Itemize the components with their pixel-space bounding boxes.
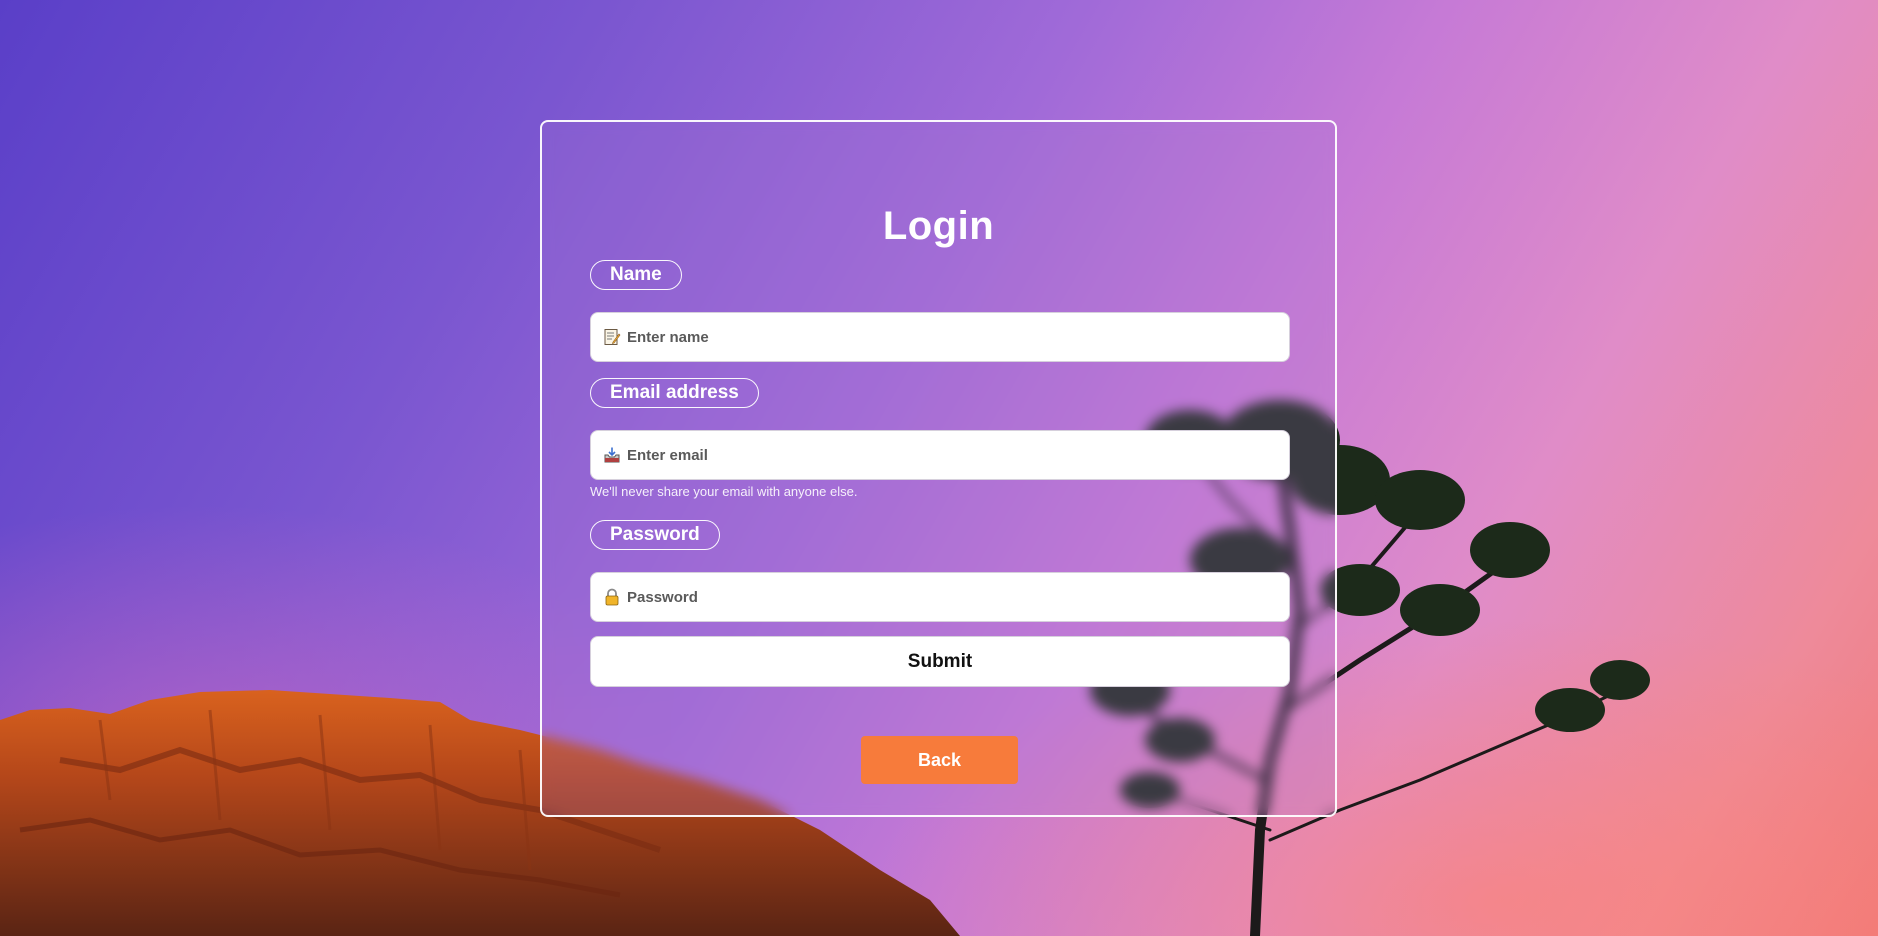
lock-icon (605, 588, 619, 606)
email-label: Email address (590, 378, 759, 408)
submit-button[interactable]: Submit (590, 636, 1290, 687)
email-helper-text: We'll never share your email with anyone… (590, 484, 858, 499)
password-label: Password (590, 520, 720, 550)
password-input[interactable] (627, 588, 1267, 606)
email-field[interactable] (590, 430, 1290, 480)
name-field[interactable] (590, 312, 1290, 362)
inbox-tray-icon (604, 447, 620, 463)
email-input[interactable] (627, 446, 1267, 464)
back-button[interactable]: Back (861, 736, 1018, 784)
name-input[interactable] (627, 328, 1267, 346)
name-label: Name (590, 260, 682, 290)
memo-icon (604, 329, 621, 345)
password-field[interactable] (590, 572, 1290, 622)
login-card: Login Name Email address We'll never sha… (540, 120, 1337, 817)
login-title: Login (882, 204, 995, 248)
